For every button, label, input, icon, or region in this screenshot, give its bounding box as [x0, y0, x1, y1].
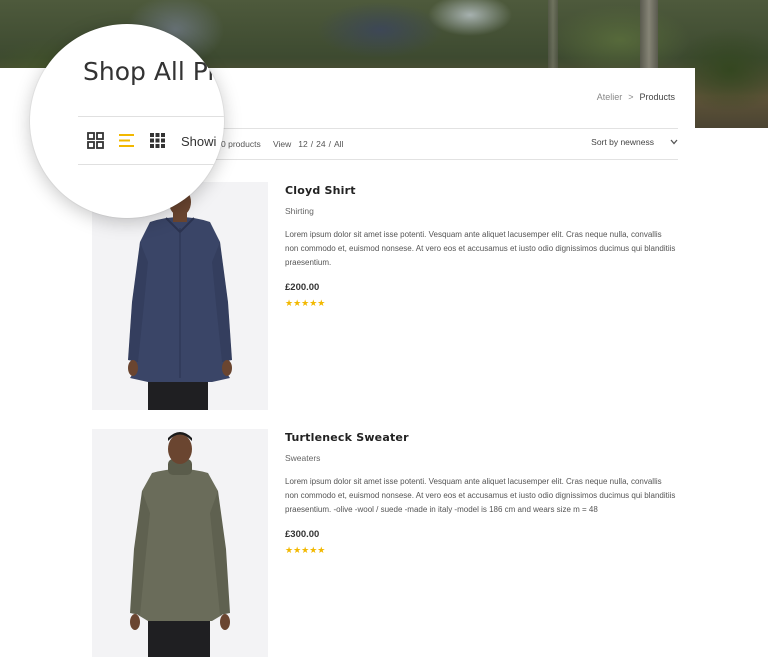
sort-label: Sort by newness	[591, 137, 654, 147]
product-item: Turtleneck Sweater Sweaters Lorem ipsum …	[92, 429, 678, 657]
star-rating: ★★★★★	[285, 298, 326, 308]
list-icon[interactable]	[118, 132, 135, 149]
magnifier-lens: Shop All Pro Showi	[30, 24, 224, 218]
product-category[interactable]: Shirting	[285, 206, 677, 216]
view-option-all[interactable]: All	[334, 139, 343, 149]
breadcrumb: Atelier > Products	[597, 92, 675, 102]
per-page-selector: View 12 / 24 / All	[273, 139, 343, 149]
layout-switcher	[87, 132, 166, 149]
product-name[interactable]: Turtleneck Sweater	[285, 431, 677, 444]
grid-3x3-icon[interactable]	[149, 132, 166, 149]
breadcrumb-separator: >	[628, 92, 634, 102]
product-description: Lorem ipsum dolor sit amet isse potenti.…	[285, 230, 676, 267]
view-option-24[interactable]: 24	[316, 139, 325, 149]
product-count: 0 products	[221, 139, 261, 149]
chevron-down-icon	[670, 137, 678, 147]
star-rating: ★★★★★	[285, 545, 326, 555]
view-separator: /	[328, 139, 331, 149]
showing-results-text: Showi	[181, 134, 217, 149]
page-title: Shop All Pro	[83, 57, 224, 86]
divider	[78, 116, 224, 117]
breadcrumb-current: Products	[639, 92, 675, 102]
product-category[interactable]: Sweaters	[285, 453, 677, 463]
sort-dropdown[interactable]: Sort by newness	[591, 137, 678, 147]
view-label: View	[273, 139, 292, 149]
product-description: Lorem ipsum dolor sit amet isse potenti.…	[285, 477, 676, 514]
product-name[interactable]: Cloyd Shirt	[285, 184, 677, 197]
product-price: £200.00	[285, 282, 320, 293]
product-price: £300.00	[285, 529, 320, 540]
view-option-12[interactable]: 12	[298, 139, 307, 149]
product-details: Turtleneck Sweater Sweaters Lorem ipsum …	[285, 429, 677, 556]
divider	[78, 164, 224, 165]
grid-2x2-icon[interactable]	[87, 132, 104, 149]
view-separator: /	[310, 139, 314, 149]
breadcrumb-home-link[interactable]: Atelier	[597, 92, 623, 102]
product-item: Cloyd Shirt Shirting Lorem ipsum dolor s…	[92, 182, 678, 410]
product-image[interactable]	[92, 429, 268, 657]
product-details: Cloyd Shirt Shirting Lorem ipsum dolor s…	[285, 182, 677, 309]
